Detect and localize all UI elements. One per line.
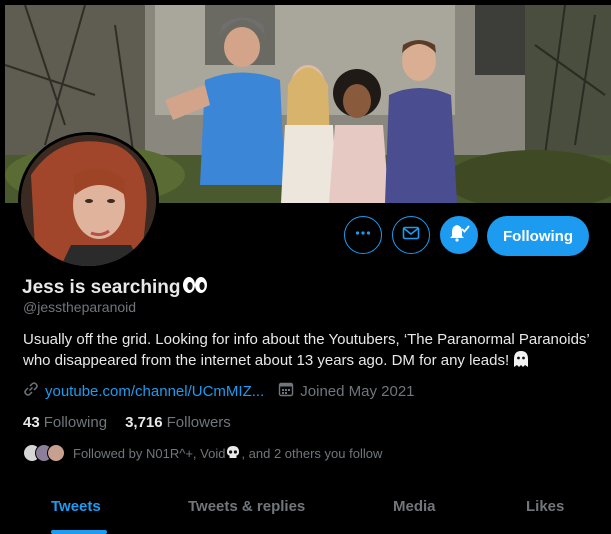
- display-name: Jess is searching: [22, 276, 208, 300]
- profile-avatar[interactable]: [18, 132, 159, 269]
- tab-tweets-replies[interactable]: Tweets & replies: [188, 498, 305, 515]
- eyes-emoji-icon: [182, 276, 208, 300]
- following-button[interactable]: Following: [487, 216, 589, 256]
- display-name-text: Jess is searching: [22, 277, 181, 298]
- skull-emoji-icon: [226, 445, 240, 462]
- notifications-button[interactable]: [440, 216, 478, 254]
- link-icon: [23, 381, 39, 401]
- followers-count: 3,716: [125, 414, 163, 431]
- followers-count-link[interactable]: 3,716 Followers: [125, 414, 231, 431]
- profile-tabs: Tweets Tweets & replies Media Likes: [5, 490, 611, 534]
- follow-counts: 43 Following 3,716 Followers: [23, 414, 231, 431]
- bell-icon: [448, 223, 470, 248]
- profile-bio: Usually off the grid. Looking for info a…: [23, 330, 598, 374]
- followed-by-text: Followed by N01R^+, Void: [73, 445, 226, 461]
- calendar-icon: [278, 381, 294, 401]
- profile-meta: youtube.com/channel/UCmMIZ... Joined May…: [23, 381, 415, 401]
- avatar-photo: [21, 135, 156, 266]
- mail-icon: [402, 224, 420, 247]
- followed-by[interactable]: Followed by N01R^+, Void , and 2 others …: [23, 444, 382, 462]
- following-label: Following: [43, 414, 108, 431]
- bio-text: Usually off the grid. Looking for info a…: [23, 331, 590, 369]
- active-tab-indicator: [51, 530, 107, 534]
- follower-avatar-3: [47, 444, 65, 462]
- window-left-edge: [0, 0, 5, 533]
- following-count-link[interactable]: 43 Following: [23, 414, 107, 431]
- followers-label: Followers: [166, 414, 231, 431]
- tab-tweets[interactable]: Tweets: [51, 498, 101, 515]
- ghost-emoji-icon: [513, 350, 529, 374]
- message-button[interactable]: [392, 216, 430, 254]
- website-link[interactable]: youtube.com/channel/UCmMIZ...: [45, 383, 264, 400]
- following-count: 43: [23, 414, 40, 431]
- more-icon: [354, 224, 372, 247]
- joined-text: Joined May 2021: [300, 382, 415, 400]
- followed-by-suffix: , and 2 others you follow: [241, 445, 383, 461]
- more-button[interactable]: [344, 216, 382, 254]
- tab-media[interactable]: Media: [393, 498, 436, 515]
- tab-likes[interactable]: Likes: [526, 498, 564, 515]
- joined-date: Joined May 2021: [278, 381, 415, 401]
- profile-handle: @jesstheparanoid: [23, 299, 137, 315]
